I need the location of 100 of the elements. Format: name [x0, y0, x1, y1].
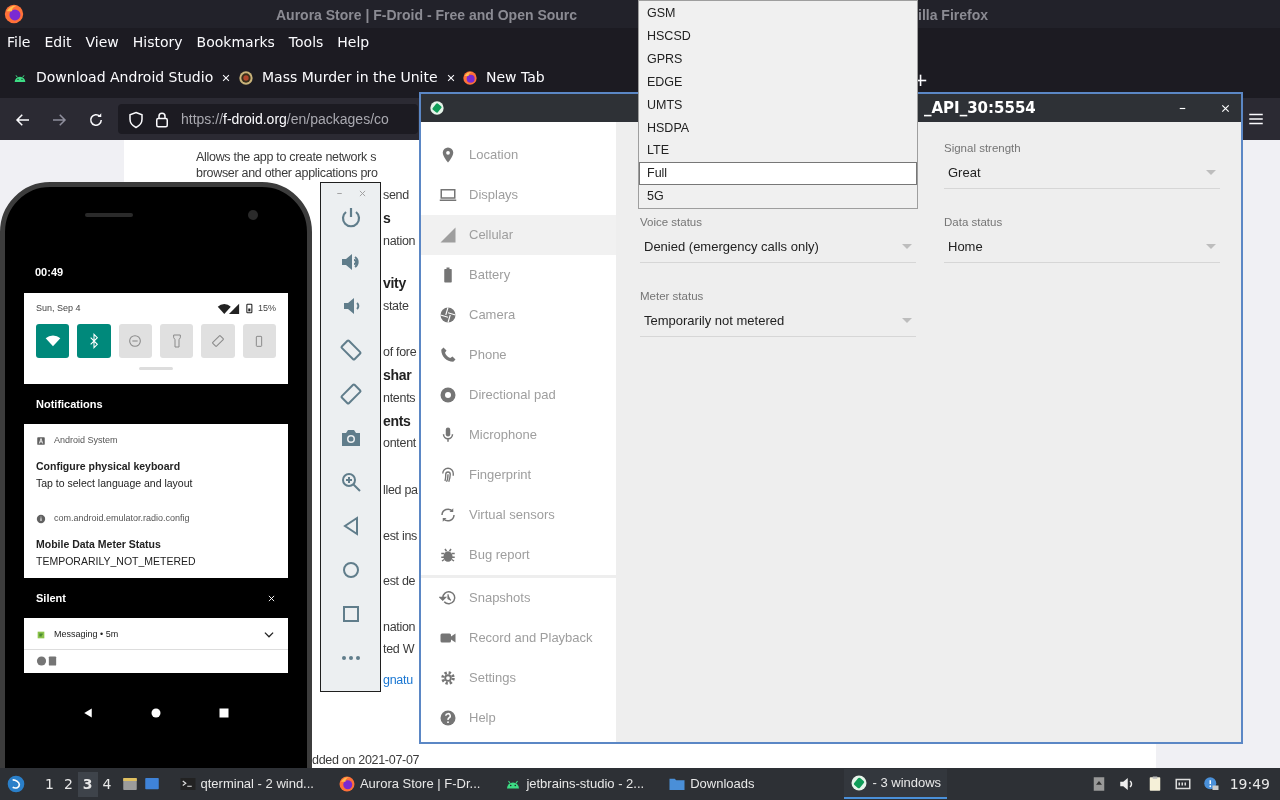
dismiss-icon[interactable]	[267, 593, 276, 603]
page-text: browser and other applications pro	[196, 166, 378, 180]
field-label: Meter status	[640, 289, 705, 304]
select-field[interactable]: Home	[944, 231, 1220, 264]
forward-icon[interactable]	[50, 111, 68, 129]
notification-title: Mobile Data Meter Status	[36, 536, 162, 552]
page-text: nation	[383, 620, 416, 634]
select-field[interactable]: Denied (emergency calls only)	[640, 231, 916, 264]
quick-setting-tile[interactable]	[36, 323, 70, 358]
page-heading: vity	[383, 276, 406, 290]
notification-body: TEMPORARILY_NOT_METERED	[36, 554, 197, 570]
back-icon[interactable]	[14, 111, 32, 129]
taskbar-item[interactable]: Aurora Store | F-Dr...	[331, 769, 487, 799]
dropdown-arrow-icon	[1206, 170, 1216, 176]
page-heading: s	[383, 211, 391, 225]
menu-item[interactable]: Bookmarks	[196, 31, 275, 53]
quick-setting-tile[interactable]	[160, 323, 194, 358]
dropdown-option[interactable]: GSM	[639, 2, 917, 25]
battery-icon	[244, 302, 254, 316]
dropdown-arrow-icon	[1206, 244, 1216, 250]
quick-setting-tile[interactable]	[242, 323, 276, 358]
field-label: Data status	[944, 215, 1004, 230]
display-icon	[439, 186, 457, 204]
lock-icon	[153, 111, 171, 129]
dropdown-option[interactable]: LTE	[639, 139, 917, 163]
recents-icon[interactable]	[218, 707, 230, 719]
menu-item[interactable]: Help	[337, 31, 370, 53]
terminal-icon	[178, 775, 197, 793]
battery-percent: 15%	[258, 302, 276, 315]
bug-icon	[439, 546, 457, 564]
dropdown-option[interactable]: GPRS	[639, 47, 917, 71]
app-icons-icon	[36, 655, 58, 667]
fingerprint-icon	[439, 466, 457, 484]
taskbar-item[interactable]: - 3 windows	[844, 769, 948, 799]
speaker-grille-icon	[85, 211, 133, 218]
rotate-icon	[209, 332, 226, 349]
close-icon[interactable]	[1220, 102, 1231, 114]
home-icon[interactable]	[150, 707, 162, 719]
messaging-icon	[36, 630, 46, 640]
page-text: state	[383, 299, 409, 313]
menu-item[interactable]: View	[85, 31, 119, 53]
quick-setting-tile[interactable]	[118, 323, 152, 358]
menu-item[interactable]: Edit	[44, 31, 72, 53]
dropdown-option[interactable]: EDGE	[639, 70, 917, 94]
dropdown-option[interactable]: Full	[639, 162, 917, 186]
rotate-icon	[439, 506, 457, 524]
select-field[interactable]: Temporarily not metered	[640, 305, 916, 338]
workspace-button[interactable]: 3	[77, 771, 98, 797]
status-time: 00:49	[35, 265, 65, 280]
camera-lens-icon	[247, 208, 259, 221]
history-icon	[439, 589, 457, 607]
taskbar-item[interactable]: qterminal - 2 wind...	[172, 769, 320, 799]
window-title: Aurora Store | F-Droid - Free and Open Sourc	[276, 6, 578, 25]
back-icon[interactable]	[82, 707, 94, 719]
quick-setting-tile[interactable]	[201, 323, 235, 358]
start-menu-icon[interactable]	[6, 774, 26, 794]
file-manager-icon[interactable]	[120, 775, 139, 793]
page-text: nation	[383, 234, 416, 248]
menu-item[interactable]: File	[7, 31, 31, 53]
page-text: of fore	[383, 345, 417, 359]
page-text: send	[383, 188, 409, 202]
page-text: est de	[383, 574, 416, 588]
rotate-left-icon[interactable]	[338, 338, 363, 362]
field-label: Signal strength	[944, 141, 1022, 156]
reload-icon[interactable]	[87, 111, 105, 129]
window-title: _API_30:5554	[924, 97, 1036, 119]
info-icon	[36, 513, 46, 524]
notification-icon[interactable]	[1201, 775, 1220, 793]
taskbar-item[interactable]: jetbrains-studio - 2...	[498, 769, 651, 799]
signal-icon	[216, 302, 240, 316]
section-header: Silent	[36, 590, 66, 606]
notification-app: com.android.emulator.radio.config	[54, 512, 190, 525]
notification-app: Android System	[54, 434, 118, 447]
app-logo-icon	[429, 100, 445, 116]
dropdown-option[interactable]: 5G	[639, 185, 917, 208]
dropdown-option[interactable]: HSDPA	[639, 116, 917, 140]
signal-icon	[439, 226, 457, 244]
dropdown-option[interactable]: HSCSD	[639, 24, 917, 48]
workspace-button[interactable]: 1	[40, 771, 59, 797]
quick-setting-tile[interactable]	[77, 323, 111, 358]
page-heading: ents	[383, 414, 411, 428]
dropdown-arrow-icon	[902, 318, 912, 324]
page-heading: shar	[383, 368, 412, 382]
page-text: ontent	[383, 436, 416, 450]
page-link[interactable]: gnatu	[383, 673, 413, 687]
taskbar-item[interactable]: Downloads	[662, 769, 761, 799]
menu-item[interactable]: History	[132, 31, 183, 53]
settings-icon	[439, 669, 457, 687]
shield-icon	[127, 111, 145, 129]
menu-item[interactable]: Tools	[288, 31, 324, 53]
page-text: lled pa	[383, 483, 418, 497]
select-field[interactable]: Great	[944, 157, 1220, 190]
dropdown-option[interactable]: UMTS	[639, 93, 917, 117]
page-text: est ins	[383, 529, 418, 543]
date-text: Sun, Sep 4	[36, 302, 81, 315]
app-logo-icon	[850, 774, 869, 792]
workspace-button[interactable]: 4	[97, 771, 117, 797]
rotate-right-icon[interactable]	[338, 382, 363, 406]
workspace-button[interactable]: 2	[58, 771, 78, 797]
phone-icon	[439, 346, 457, 364]
